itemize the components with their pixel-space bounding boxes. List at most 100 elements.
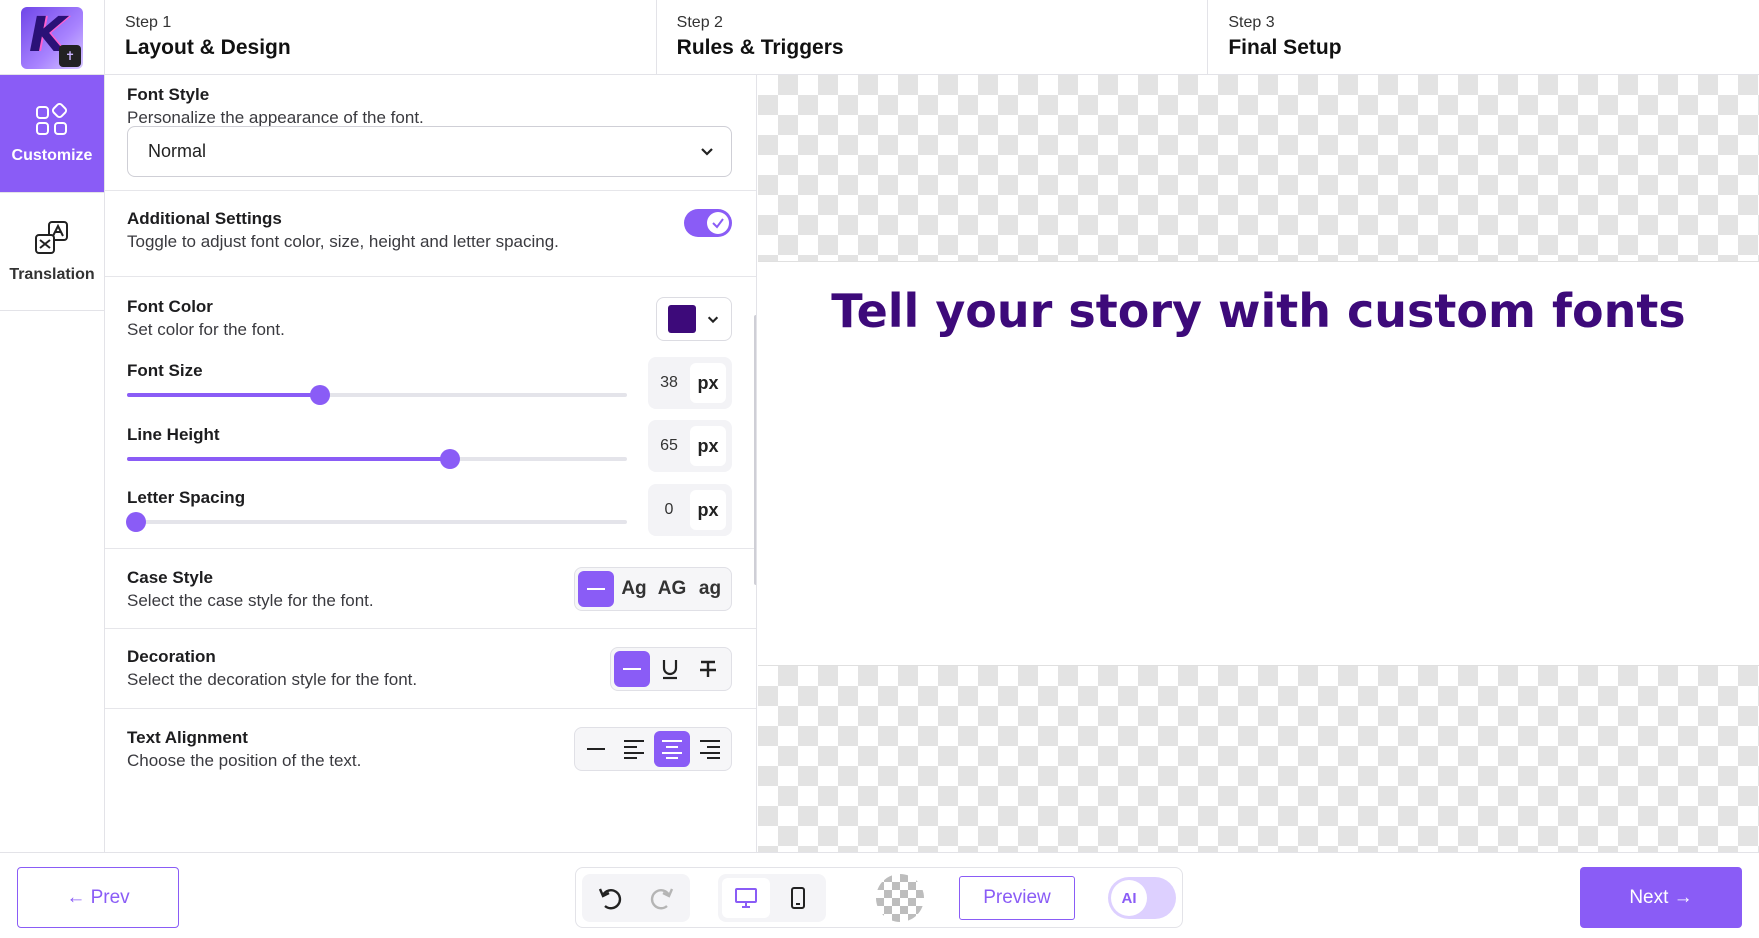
preview-stage: Tell your story with custom fonts [758, 261, 1759, 666]
line-height-slider[interactable] [127, 449, 627, 469]
underline-option[interactable] [652, 651, 688, 687]
case-style-group: Ag AG ag [574, 567, 732, 611]
letter-spacing-input[interactable]: 0 px [648, 484, 732, 536]
preview-headline: Tell your story with custom fonts [831, 284, 1686, 338]
chevron-down-icon [701, 148, 713, 156]
section-heading: Font Style [127, 85, 210, 104]
case-none-option[interactable] [578, 571, 614, 607]
undo-icon [598, 888, 622, 910]
app-logo[interactable]: K ✝ [21, 6, 83, 69]
prev-button[interactable]: ← Prev [17, 867, 179, 928]
slider-thumb[interactable] [126, 512, 146, 532]
ai-toggle[interactable]: AI [1108, 877, 1176, 919]
case-uppercase-option[interactable]: AG [654, 571, 690, 607]
desktop-icon [735, 888, 757, 908]
toggle-knob [707, 212, 729, 234]
slider-label: Letter Spacing [127, 488, 246, 507]
mobile-icon [791, 887, 805, 909]
preview-canvas: Tell your story with custom fonts [758, 75, 1759, 852]
letter-spacing-slider[interactable] [126, 512, 627, 532]
align-right-icon [700, 740, 720, 759]
panel-scrollbar[interactable] [754, 315, 756, 585]
grid-icon [36, 102, 68, 135]
step-number: Step 2 [676, 14, 723, 31]
decoration-section: Decoration Select the decoration style f… [105, 629, 756, 709]
dash-icon [623, 668, 641, 670]
desktop-view-button[interactable] [722, 878, 770, 918]
translate-icon [35, 220, 68, 254]
settings-panel: Font Style Personalize the appearance of… [105, 75, 757, 852]
chevron-down-icon [707, 316, 719, 324]
undo-button[interactable] [586, 878, 634, 918]
color-swatch [668, 305, 696, 333]
step-3-tab[interactable]: Step 3 Final Setup [1208, 0, 1759, 75]
app-root: K ✝ Step 1 Layout & Design Step 2 Rules … [0, 0, 1759, 938]
transparent-background-top [758, 75, 1759, 261]
font-style-select[interactable]: Normal [127, 126, 732, 177]
footer: ← Prev Preview AI Next → [0, 852, 1759, 938]
strikethrough-icon [700, 660, 716, 677]
step-number: Step 1 [125, 14, 172, 31]
preview-button[interactable]: Preview [959, 876, 1075, 920]
check-icon [712, 218, 724, 229]
font-style-value: Normal [148, 141, 207, 161]
strikethrough-option[interactable] [690, 651, 726, 687]
logo-cell: K ✝ [0, 0, 105, 75]
underline-icon [662, 660, 678, 680]
decoration-none-option[interactable] [614, 651, 650, 687]
font-color-picker[interactable] [656, 297, 732, 341]
align-center-option[interactable] [654, 731, 690, 767]
sidebar-item-label: Translation [9, 265, 95, 283]
case-style-section: Case Style Select the case style for the… [105, 549, 756, 629]
step-title: Rules & Triggers [676, 36, 844, 59]
slider-fill [127, 393, 320, 397]
next-button[interactable]: Next → [1580, 867, 1742, 928]
font-size-slider[interactable] [127, 385, 627, 405]
slider-fill [127, 457, 450, 461]
case-capitalize-option[interactable]: Ag [616, 571, 652, 607]
font-style-section: Font Style Personalize the appearance of… [105, 75, 756, 191]
logo-badge-icon: ✝ [59, 44, 81, 67]
align-none-option[interactable] [578, 731, 614, 767]
history-group [582, 874, 690, 922]
unit-label: px [690, 426, 726, 466]
text-alignment-section: Text Alignment Choose the position of th… [105, 709, 756, 852]
unit-label: px [690, 490, 726, 530]
ai-toggle-knob: AI [1111, 880, 1147, 916]
mobile-view-button[interactable] [774, 878, 822, 918]
step-2-tab[interactable]: Step 2 Rules & Triggers [657, 0, 1209, 75]
header: K ✝ Step 1 Layout & Design Step 2 Rules … [0, 0, 1759, 75]
sidebar-item-translation[interactable]: Translation [0, 193, 104, 311]
section-description: Toggle to adjust font color, size, heigh… [127, 232, 559, 251]
unit-label: px [690, 363, 726, 403]
decoration-group [610, 647, 732, 691]
sidebar-item-label: Customize [11, 146, 93, 164]
side-nav: Customize Translation [0, 75, 105, 852]
slider-thumb[interactable] [309, 385, 330, 405]
align-left-option[interactable] [616, 731, 652, 767]
input-value: 0 [664, 501, 674, 518]
sidebar-item-customize[interactable]: Customize [0, 75, 104, 193]
redo-icon [650, 888, 674, 910]
dash-icon [587, 748, 605, 750]
step-title: Final Setup [1228, 36, 1342, 59]
device-group [718, 874, 826, 922]
font-adjustments-section: Font Color Set color for the font. Font … [105, 277, 756, 549]
align-right-option[interactable] [692, 731, 728, 767]
step-1-tab[interactable]: Step 1 Layout & Design [105, 0, 657, 75]
additional-settings-section: Additional Settings Toggle to adjust fon… [105, 191, 756, 277]
slider-label: Line Height [127, 425, 220, 444]
step-title: Layout & Design [125, 36, 291, 59]
transparent-background-bottom [758, 666, 1759, 852]
transparency-toggle[interactable] [876, 874, 924, 922]
align-left-icon [624, 740, 644, 759]
font-size-input[interactable]: 38 px [648, 357, 732, 409]
additional-settings-toggle[interactable] [684, 209, 732, 237]
section-heading: Additional Settings [127, 209, 282, 228]
text-alignment-group [574, 727, 732, 771]
slider-thumb[interactable] [439, 449, 460, 469]
line-height-input[interactable]: 65 px [648, 420, 732, 472]
redo-button[interactable] [638, 878, 686, 918]
case-lowercase-option[interactable]: ag [692, 571, 728, 607]
align-center-icon [662, 740, 682, 759]
